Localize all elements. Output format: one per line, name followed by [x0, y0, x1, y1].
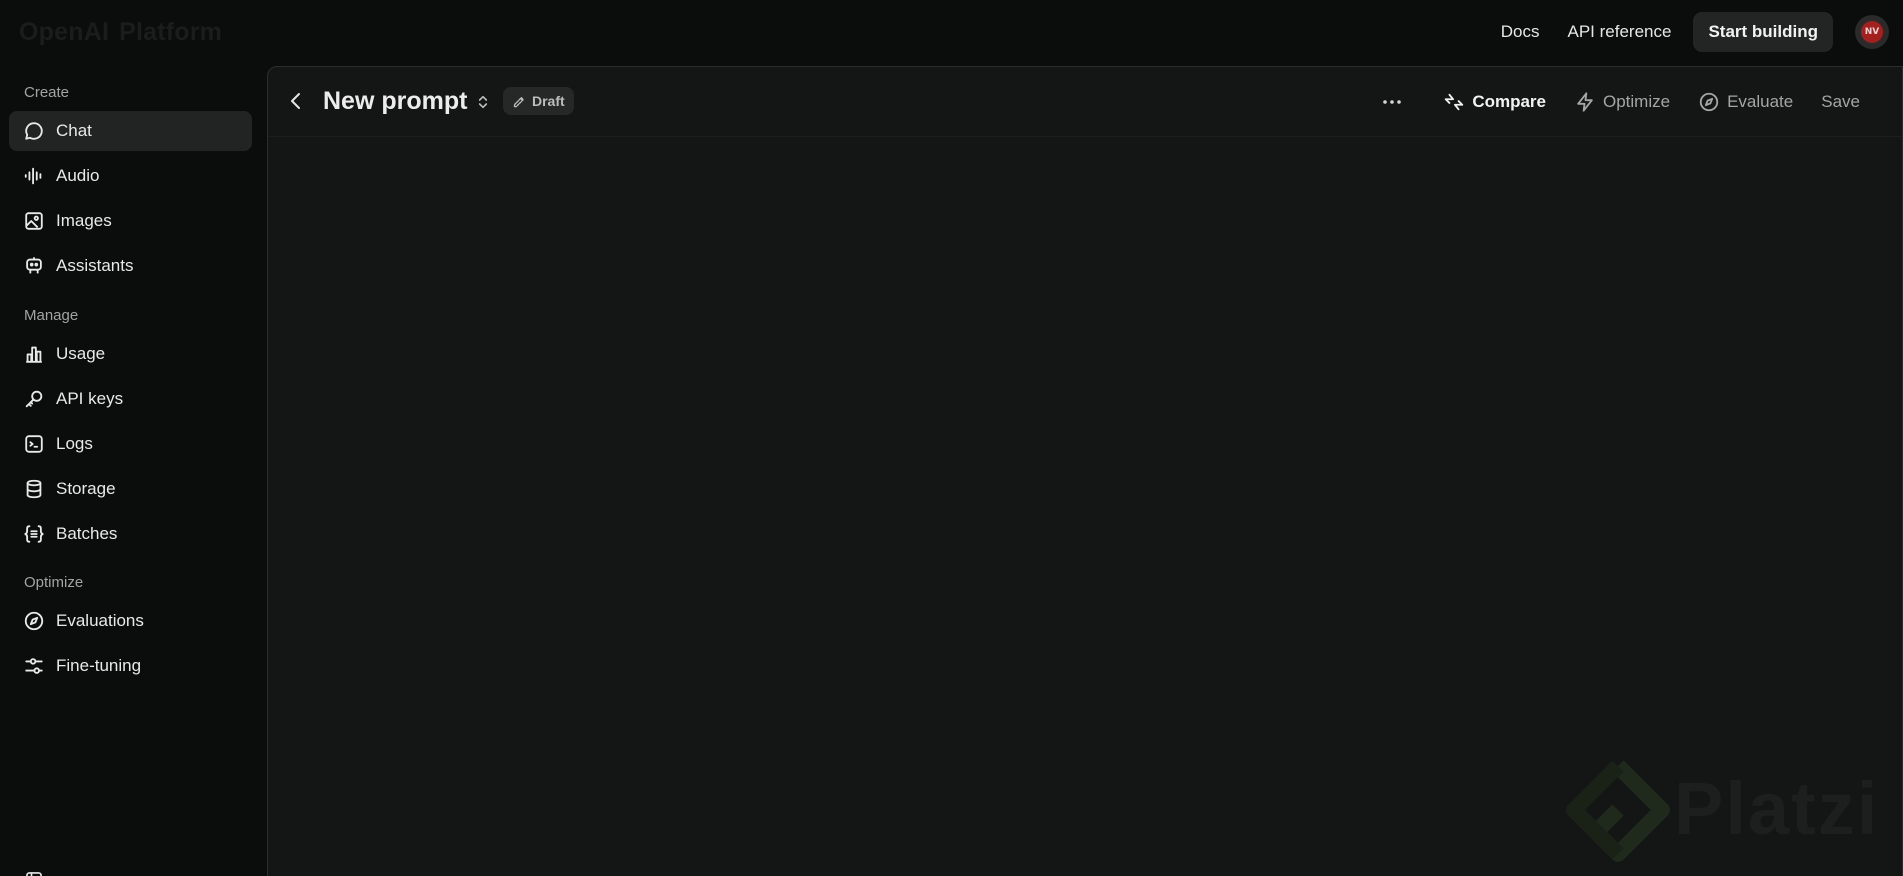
brand-name: OpenAI	[19, 18, 110, 46]
brand-logo[interactable]: OpenAI Platform	[19, 18, 232, 47]
sidebar-item-api-keys[interactable]: API keys	[9, 379, 252, 419]
optimize-label: Optimize	[1603, 92, 1671, 111]
prompt-title: New prompt	[323, 87, 468, 115]
lightning-icon	[1577, 92, 1593, 112]
top-bar: OpenAI Platform Docs API reference Start …	[0, 0, 1903, 64]
sidebar-item-chat[interactable]: Chat	[9, 111, 252, 151]
sidebar-item-audio[interactable]: Audio	[9, 156, 252, 196]
app-root: OpenAI Platform Docs API reference Start …	[0, 0, 1903, 876]
section-label-create: Create	[24, 84, 70, 101]
compare-label: Compare	[1472, 92, 1546, 111]
draft-pencil-icon	[513, 96, 524, 107]
sidebar-item-label: Logs	[56, 434, 93, 453]
prompt-editor-panel: New prompt Draft Compare Optimize Evalua…	[267, 66, 1903, 876]
compass-icon	[24, 611, 44, 631]
top-actions: Docs API reference Start building NV	[1487, 12, 1889, 52]
status-badge: Draft	[503, 87, 574, 115]
sidebar-toggle-icon[interactable]	[24, 870, 44, 876]
sidebar-item-fine-tuning[interactable]: Fine-tuning	[9, 646, 252, 686]
avatar[interactable]: NV	[1855, 15, 1889, 49]
sidebar-item-storage[interactable]: Storage	[9, 469, 252, 509]
sidebar-item-label: Fine-tuning	[56, 656, 142, 675]
sidebar-item-label: Audio	[56, 166, 100, 185]
compare-arrows-icon	[1445, 93, 1464, 111]
optimize-button[interactable]: Optimize	[1560, 83, 1684, 121]
sidebar: Create Chat Audio Images Assistants Mana…	[0, 64, 266, 876]
sidebar-item-label: Storage	[56, 479, 116, 498]
sidebar-item-label: Evaluations	[56, 611, 144, 630]
save-button[interactable]: Save	[1807, 84, 1874, 120]
sidebar-item-usage[interactable]: Usage	[9, 334, 252, 374]
status-badge-label: Draft	[532, 93, 565, 109]
bar-chart-icon	[26, 346, 42, 363]
sidebar-item-logs[interactable]: Logs	[9, 424, 252, 464]
chevron-up-down-icon	[479, 95, 488, 108]
docs-link[interactable]: Docs	[1487, 14, 1554, 50]
avatar-initials: NV	[1861, 21, 1883, 43]
more-options-button[interactable]	[1377, 84, 1407, 120]
sidebar-item-assistants[interactable]: Assistants	[9, 246, 252, 286]
sidebar-item-label: Assistants	[56, 256, 134, 275]
sidebar-item-batches[interactable]: Batches	[9, 514, 252, 554]
sliders-icon	[25, 658, 43, 674]
evaluate-button[interactable]: Evaluate	[1684, 83, 1807, 121]
terminal-icon	[25, 435, 43, 453]
section-label-optimize: Optimize	[24, 574, 84, 591]
sidebar-item-label: Chat	[56, 121, 92, 140]
braces-list-icon	[24, 525, 44, 543]
key-icon	[25, 390, 43, 408]
sidebar-item-label: Batches	[56, 524, 118, 543]
database-icon	[26, 479, 42, 499]
robot-icon	[26, 257, 42, 274]
compass-icon	[1699, 92, 1719, 112]
chat-bubble-icon	[25, 122, 43, 140]
sidebar-item-label: Images	[56, 211, 112, 230]
prompt-header: New prompt Draft Compare Optimize Evalua…	[268, 67, 1902, 137]
sidebar-item-label: API keys	[56, 389, 124, 408]
sidebar-item-images[interactable]: Images	[9, 201, 252, 241]
back-chevron-icon[interactable]	[284, 89, 308, 113]
sidebar-item-evaluations[interactable]: Evaluations	[9, 601, 252, 641]
sidebar-item-label: Usage	[56, 344, 106, 363]
audio-waveform-icon	[24, 167, 42, 185]
start-building-button[interactable]: Start building	[1693, 12, 1833, 52]
ellipsis-icon	[1383, 100, 1402, 104]
brand-product: Platform	[119, 18, 223, 46]
evaluate-label: Evaluate	[1727, 92, 1794, 111]
api-reference-link[interactable]: API reference	[1554, 14, 1686, 50]
prompt-selector[interactable]: New prompt	[323, 87, 491, 116]
section-label-manage: Manage	[24, 307, 79, 324]
prompt-actions: Compare Optimize Evaluate Save	[1377, 83, 1874, 121]
compare-button[interactable]: Compare	[1429, 83, 1560, 121]
image-icon	[25, 212, 43, 230]
